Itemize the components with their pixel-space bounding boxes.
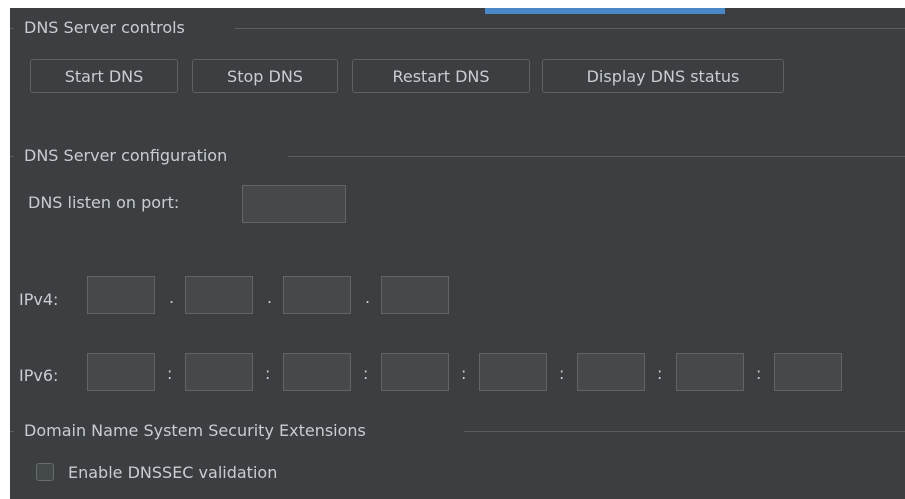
ipv6-separator: : <box>756 364 762 383</box>
start-dns-button[interactable]: Start DNS <box>30 59 178 93</box>
ipv6-group-5-input[interactable] <box>479 353 547 391</box>
ipv4-separator: . <box>267 288 273 307</box>
controls-group-border <box>235 28 905 29</box>
ipv6-group-2-input[interactable] <box>185 353 253 391</box>
ipv4-separator: . <box>169 288 175 307</box>
port-label: DNS listen on port: <box>28 193 180 212</box>
controls-group-title: DNS Server controls <box>24 18 185 37</box>
restart-dns-button[interactable]: Restart DNS <box>352 59 530 93</box>
ipv6-separator: : <box>559 364 565 383</box>
stop-dns-button[interactable]: Stop DNS <box>192 59 338 93</box>
ipv4-octet-3-input[interactable] <box>283 276 351 314</box>
ipv6-separator: : <box>363 364 369 383</box>
dnssec-checkbox[interactable] <box>36 463 54 481</box>
ipv6-group-8-input[interactable] <box>774 353 842 391</box>
ipv4-octet-4-input[interactable] <box>381 276 449 314</box>
group-border-tick <box>10 156 14 157</box>
ipv4-separator: . <box>365 288 371 307</box>
dnssec-checkbox-label[interactable]: Enable DNSSEC validation <box>68 463 277 482</box>
ipv4-label: IPv4: <box>19 290 59 309</box>
ipv4-octet-2-input[interactable] <box>185 276 253 314</box>
ipv6-group-6-input[interactable] <box>577 353 645 391</box>
port-input[interactable] <box>242 185 346 223</box>
ipv6-group-4-input[interactable] <box>381 353 449 391</box>
ipv6-separator: : <box>657 364 663 383</box>
group-border-tick <box>10 431 14 432</box>
ipv6-group-7-input[interactable] <box>676 353 744 391</box>
configuration-group-title: DNS Server configuration <box>24 146 228 165</box>
ipv6-group-3-input[interactable] <box>283 353 351 391</box>
configuration-group-border <box>288 156 905 157</box>
ipv6-group-1-input[interactable] <box>87 353 155 391</box>
dns-settings-panel: DNS Server controls Start DNS Stop DNS R… <box>10 8 905 499</box>
ipv6-separator: : <box>461 364 467 383</box>
display-dns-status-button[interactable]: Display DNS status <box>542 59 784 93</box>
ipv6-separator: : <box>265 364 271 383</box>
ipv6-label: IPv6: <box>19 366 59 385</box>
dnssec-group-title: Domain Name System Security Extensions <box>24 421 366 440</box>
selected-tab-indicator <box>485 8 725 14</box>
ipv4-octet-1-input[interactable] <box>87 276 155 314</box>
group-border-tick <box>10 28 14 29</box>
dnssec-group-border <box>464 431 905 432</box>
ipv6-separator: : <box>167 364 173 383</box>
